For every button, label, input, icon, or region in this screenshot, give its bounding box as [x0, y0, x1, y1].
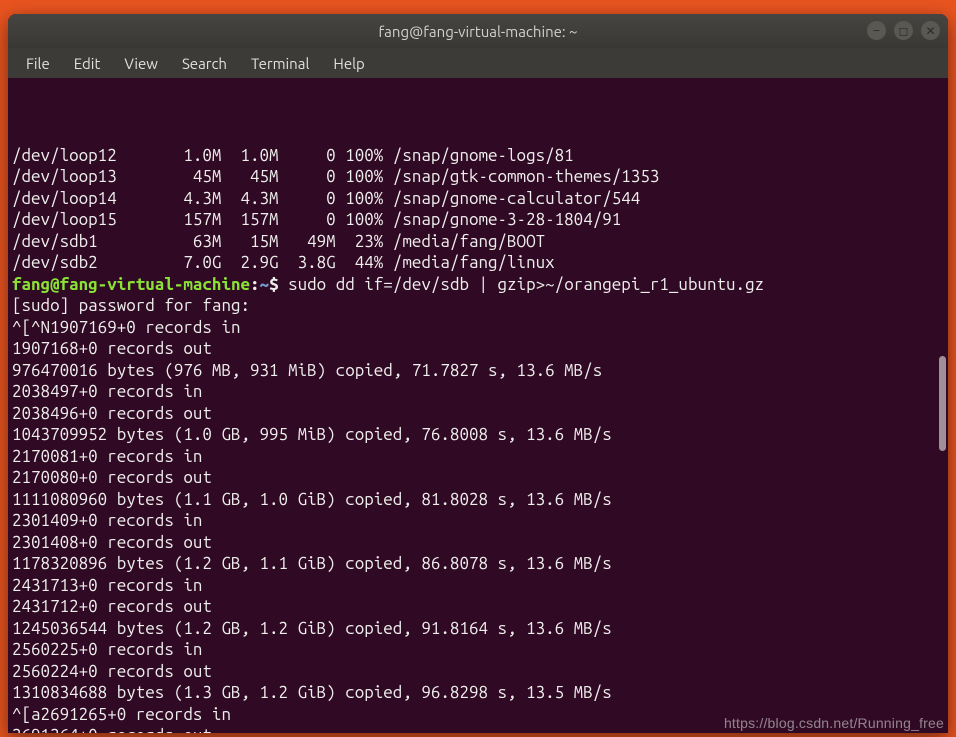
dd-output: [sudo] password for fang: ^[^N1907169+0 … — [12, 295, 944, 733]
close-button[interactable]: ✕ — [921, 21, 940, 40]
terminal-window: fang@fang-virtual-machine: ~ – ◻ ✕ File … — [8, 14, 948, 733]
minimize-button[interactable]: – — [867, 21, 886, 40]
maximize-button[interactable]: ◻ — [894, 21, 913, 40]
prompt-sep: : — [250, 275, 260, 294]
window-title: fang@fang-virtual-machine: ~ — [378, 23, 577, 40]
menu-view[interactable]: View — [112, 50, 170, 77]
menu-file[interactable]: File — [14, 50, 62, 77]
df-output: /dev/loop12 1.0M 1.0M 0 100% /snap/gnome… — [12, 145, 944, 274]
prompt-path: ~ — [260, 275, 270, 294]
scrollbar[interactable] — [937, 78, 948, 733]
prompt-user-host: fang@fang-virtual-machine — [12, 275, 250, 294]
prompt-line: fang@fang-virtual-machine:~$ sudo dd if=… — [12, 274, 944, 296]
window-controls: – ◻ ✕ — [867, 21, 940, 40]
prompt-dollar: $ — [269, 275, 288, 294]
menu-help[interactable]: Help — [321, 50, 376, 77]
menu-terminal[interactable]: Terminal — [239, 50, 321, 77]
close-icon: ✕ — [925, 24, 935, 38]
menu-search[interactable]: Search — [170, 50, 239, 77]
maximize-icon: ◻ — [899, 24, 909, 38]
command-text: sudo dd if=/dev/sdb | gzip>~/orangepi_r1… — [288, 275, 764, 294]
terminal-viewport[interactable]: /dev/loop12 1.0M 1.0M 0 100% /snap/gnome… — [8, 78, 948, 733]
menubar: File Edit View Search Terminal Help — [8, 48, 948, 78]
menu-edit[interactable]: Edit — [62, 50, 113, 77]
minimize-icon: – — [874, 24, 880, 37]
titlebar[interactable]: fang@fang-virtual-machine: ~ – ◻ ✕ — [8, 14, 948, 48]
watermark: https://blog.csdn.net/Running_free — [724, 715, 944, 731]
scrollbar-thumb[interactable] — [939, 356, 946, 451]
